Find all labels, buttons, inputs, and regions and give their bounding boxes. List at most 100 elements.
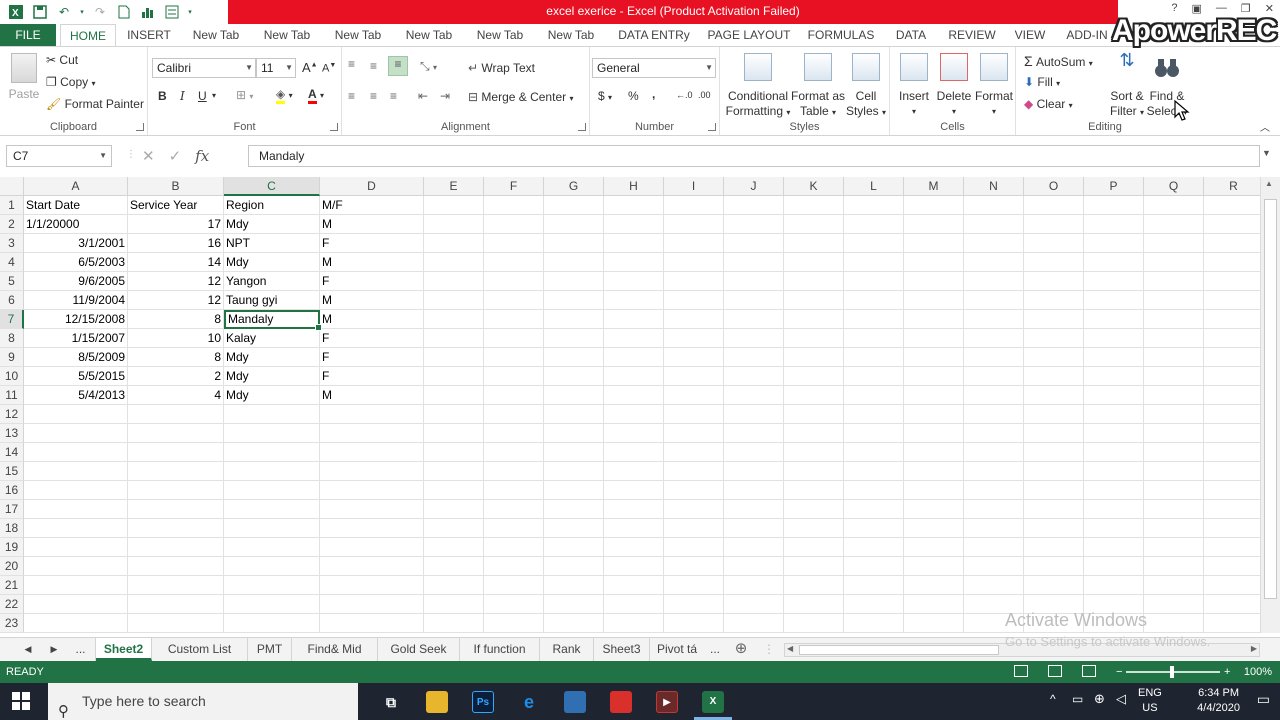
cell[interactable] — [128, 481, 224, 500]
cell[interactable] — [484, 443, 544, 462]
row-header-19[interactable]: 19 — [0, 538, 24, 557]
tab-new-1[interactable]: New Tab — [186, 24, 246, 46]
cell[interactable] — [784, 253, 844, 272]
cell[interactable] — [904, 500, 964, 519]
row-header-9[interactable]: 9 — [0, 348, 24, 367]
cell[interactable] — [964, 253, 1024, 272]
cell[interactable] — [784, 310, 844, 329]
format-as-table-button[interactable]: Format as Table ▾ — [790, 53, 846, 120]
cell[interactable] — [664, 462, 724, 481]
cell[interactable] — [904, 405, 964, 424]
cell[interactable] — [1204, 462, 1260, 481]
page-break-view-icon[interactable] — [1082, 665, 1096, 677]
cell[interactable] — [424, 576, 484, 595]
cell[interactable] — [128, 405, 224, 424]
cell[interactable] — [320, 557, 424, 576]
cell[interactable] — [784, 576, 844, 595]
tab-new-3[interactable]: New Tab — [328, 24, 388, 46]
italic-button[interactable]: I — [180, 89, 185, 103]
cell-c10[interactable]: Mdy — [224, 367, 320, 386]
row-header-5[interactable]: 5 — [0, 272, 24, 291]
dialog-launcher-icon[interactable] — [330, 123, 338, 131]
cell[interactable] — [724, 614, 784, 633]
cell[interactable] — [904, 272, 964, 291]
cell[interactable] — [604, 386, 664, 405]
cell[interactable] — [904, 367, 964, 386]
cell[interactable] — [724, 405, 784, 424]
column-header-g[interactable]: G — [544, 177, 604, 196]
cell[interactable] — [904, 576, 964, 595]
cell[interactable] — [1084, 253, 1144, 272]
orientation-icon[interactable]: ⤡ ▾ — [420, 59, 437, 74]
cell[interactable] — [904, 386, 964, 405]
cell-c11[interactable]: Mdy — [224, 386, 320, 405]
cell-d6[interactable]: M — [320, 291, 424, 310]
cell[interactable] — [964, 557, 1024, 576]
cell[interactable] — [724, 595, 784, 614]
cell[interactable] — [1144, 196, 1204, 215]
cell[interactable] — [904, 215, 964, 234]
cell[interactable] — [128, 595, 224, 614]
cell[interactable] — [1144, 367, 1204, 386]
cell[interactable] — [844, 462, 904, 481]
row-header-17[interactable]: 17 — [0, 500, 24, 519]
page-layout-view-icon[interactable] — [1048, 665, 1062, 677]
cell[interactable] — [1024, 443, 1084, 462]
cell[interactable] — [1204, 443, 1260, 462]
cell[interactable] — [604, 519, 664, 538]
copy-button[interactable]: ❐ Copy ▾ — [46, 75, 95, 89]
row-header-7[interactable]: 7 — [0, 310, 24, 329]
cell[interactable] — [724, 576, 784, 595]
align-middle-icon[interactable]: ≡ — [370, 59, 377, 73]
cell[interactable] — [1024, 272, 1084, 291]
cell[interactable] — [904, 519, 964, 538]
cell[interactable] — [964, 576, 1024, 595]
cell[interactable] — [224, 443, 320, 462]
cell[interactable] — [964, 310, 1024, 329]
row-header-20[interactable]: 20 — [0, 557, 24, 576]
vertical-scroll-thumb[interactable] — [1264, 199, 1277, 599]
cell[interactable] — [964, 215, 1024, 234]
cell[interactable] — [664, 386, 724, 405]
cell[interactable] — [484, 348, 544, 367]
cell[interactable] — [484, 614, 544, 633]
prev-sheet-icon[interactable]: ◀ — [20, 638, 36, 661]
cell[interactable] — [724, 424, 784, 443]
cell[interactable] — [1204, 329, 1260, 348]
cell[interactable] — [1084, 386, 1144, 405]
cell[interactable] — [1204, 215, 1260, 234]
cell[interactable] — [1204, 291, 1260, 310]
cell[interactable] — [604, 310, 664, 329]
cell[interactable] — [1144, 595, 1204, 614]
align-right-icon[interactable]: ≡ — [390, 89, 397, 103]
paste-button[interactable]: Paste — [6, 53, 42, 102]
cell[interactable] — [1204, 272, 1260, 291]
cell[interactable] — [664, 367, 724, 386]
cell[interactable] — [544, 405, 604, 424]
cell[interactable] — [320, 576, 424, 595]
formula-input[interactable]: Mandaly — [248, 145, 1260, 167]
cell[interactable] — [1084, 348, 1144, 367]
tab-home[interactable]: HOME — [60, 24, 116, 47]
cell[interactable] — [544, 500, 604, 519]
cell[interactable] — [1084, 443, 1144, 462]
cell[interactable] — [904, 196, 964, 215]
sheet-tab-sheet2[interactable]: Sheet2 — [96, 638, 152, 661]
column-header-j[interactable]: J — [724, 177, 784, 196]
store-icon[interactable] — [564, 691, 586, 713]
cell[interactable] — [1084, 405, 1144, 424]
cell[interactable] — [1144, 424, 1204, 443]
cell[interactable] — [424, 386, 484, 405]
next-sheet-icon[interactable]: ▶ — [46, 638, 62, 661]
cell[interactable] — [604, 291, 664, 310]
tab-file[interactable]: FILE — [0, 24, 56, 46]
cell[interactable] — [24, 405, 128, 424]
cell[interactable] — [128, 500, 224, 519]
cell[interactable] — [424, 272, 484, 291]
cell[interactable] — [664, 595, 724, 614]
cell[interactable] — [224, 576, 320, 595]
cell[interactable] — [844, 557, 904, 576]
cell[interactable] — [964, 234, 1024, 253]
dialog-launcher-icon[interactable] — [708, 123, 716, 131]
cell[interactable] — [844, 614, 904, 633]
